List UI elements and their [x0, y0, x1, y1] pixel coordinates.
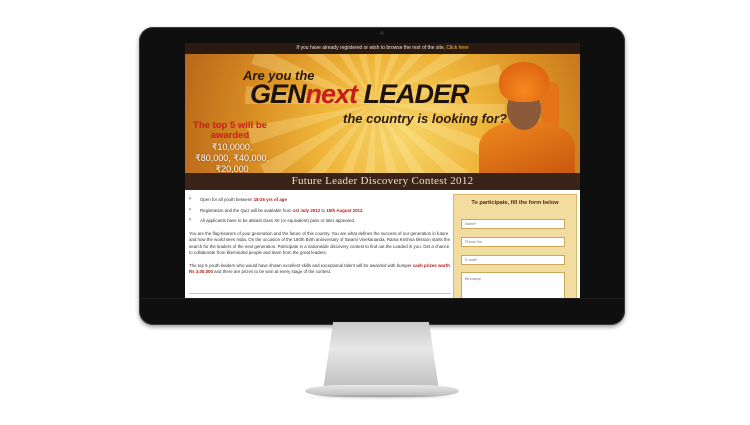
prize-value: ₹80,000, ₹40,000,: [194, 153, 269, 163]
prize-heading: The top 5 will be awarded: [193, 120, 267, 141]
hero-banner: Are you the GENnext LEADER the country i…: [185, 54, 580, 190]
main-content: › Open for all youth between 18-25 yrs o…: [189, 196, 451, 298]
banner-headline-leader: LEADER: [357, 79, 470, 109]
contest-title: Future Leader Discovery Contest 2012: [185, 173, 580, 190]
name-field[interactable]: [461, 219, 565, 229]
intro-paragraph: You are the flag-bearers of your generat…: [189, 230, 451, 256]
chevron-right-icon: ›: [189, 196, 191, 202]
chevron-right-icon: ›: [189, 217, 191, 223]
web-page: If you have already registered or wish t…: [185, 43, 580, 298]
top-notice-bar: If you have already registered or wish t…: [185, 43, 580, 54]
list-item: › Open for all youth between 18-25 yrs o…: [189, 196, 287, 202]
email-field[interactable]: [461, 255, 565, 265]
registration-form: To participate, fill the form below: [453, 194, 577, 298]
portrait-turban: [499, 62, 549, 102]
monitor-stand: [323, 322, 439, 390]
monitor-chin: [140, 298, 624, 299]
phone-field[interactable]: [461, 237, 565, 247]
eligibility-list: › Open for all youth between 18-25 yrs o…: [189, 196, 451, 225]
monitor-shadow: [300, 394, 464, 400]
banner-headline: GENnext LEADER: [250, 79, 470, 110]
banner-headline-next: next: [305, 79, 359, 109]
swami-portrait: [471, 62, 579, 184]
prize-value: ₹10,0000,: [211, 142, 253, 152]
divider: [189, 293, 451, 294]
top-notice-text: If you have already registered or wish t…: [296, 45, 446, 51]
form-title: To participate, fill the form below: [471, 200, 559, 206]
chevron-right-icon: ›: [189, 206, 191, 213]
list-item: › All applicants have to be atleast clas…: [189, 217, 356, 223]
camera-icon: [380, 31, 384, 35]
prize-paragraph: The top 5 youth leaders who would have s…: [189, 262, 450, 275]
list-item: › Registration and the Quiz will be avai…: [189, 206, 364, 213]
prize-values: ₹10,0000, ₹80,000, ₹40,000, ₹20,000: [187, 142, 277, 175]
click-here-link[interactable]: Click here: [446, 45, 468, 51]
banner-headline-gen: GEN: [250, 79, 307, 109]
message-field[interactable]: [461, 272, 565, 298]
